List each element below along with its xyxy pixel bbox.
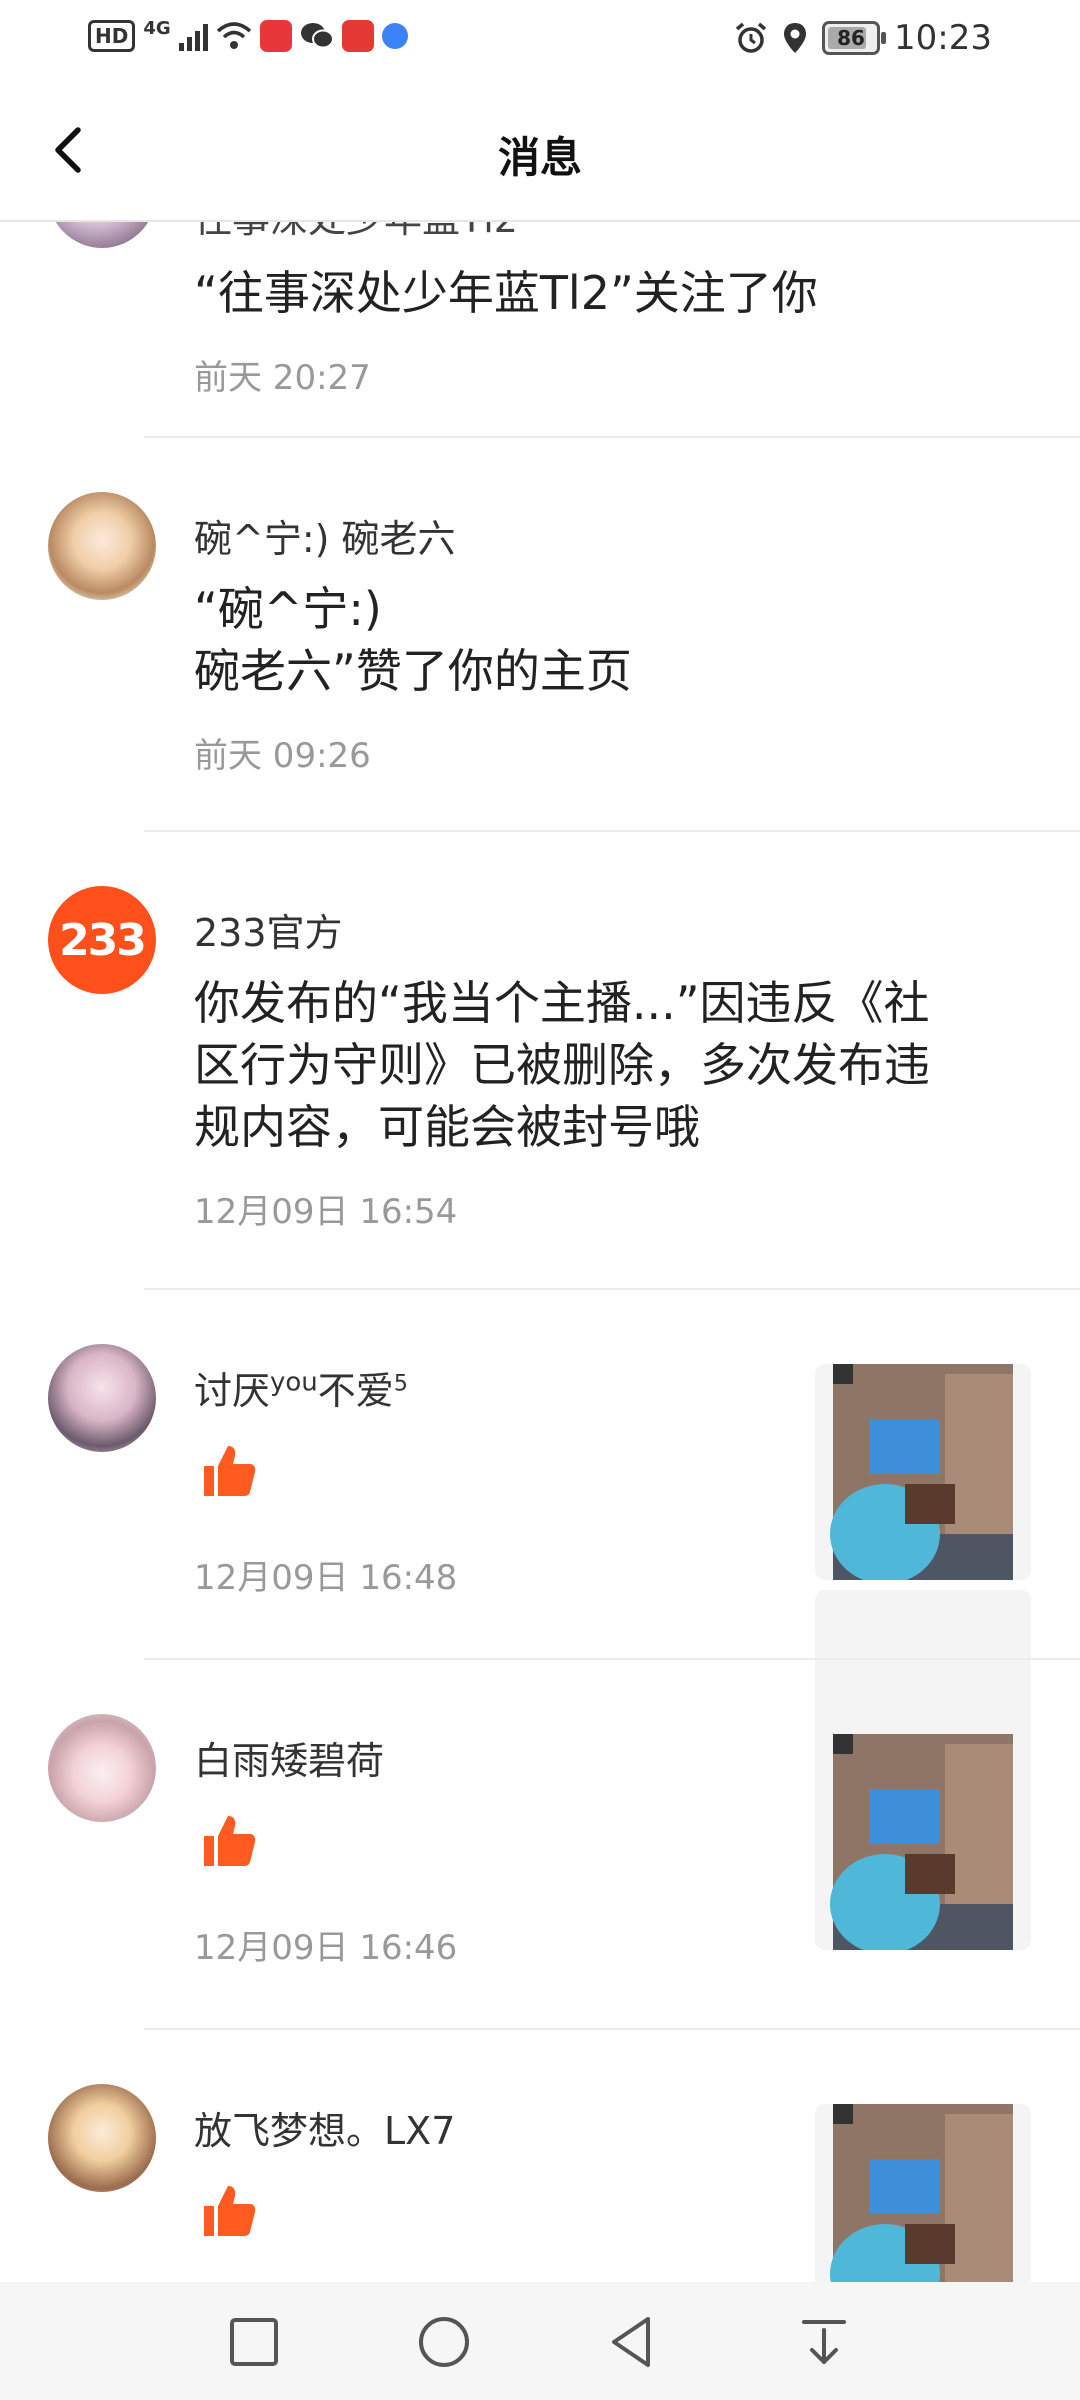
- hd-icon: HD: [88, 20, 136, 52]
- game-thumbnail-image: [830, 1364, 1013, 1580]
- sender-name[interactable]: 放飞梦想。LX7: [194, 2100, 455, 2155]
- thumbs-up-icon: [204, 1446, 256, 1496]
- status-right: 86 10:23: [734, 18, 992, 58]
- message-time: 前天 20:27: [194, 358, 371, 398]
- thumbs-up-icon: [204, 1816, 256, 1866]
- square-icon[interactable]: [222, 2310, 286, 2374]
- message-time: 12月09日 16:48: [194, 1558, 458, 1598]
- message-time: 12月09日 16:46: [194, 1928, 458, 1968]
- avatar[interactable]: [48, 2084, 156, 2192]
- circle-icon[interactable]: [412, 2310, 476, 2374]
- message-text-line: “碗^宁:): [194, 582, 382, 636]
- system-nav-bar: [0, 2282, 1080, 2400]
- message-text: “往事深处少年蓝Tl2”关注了你: [194, 266, 818, 320]
- sender-name[interactable]: 讨厌you不爱5: [194, 1360, 408, 1415]
- list-item[interactable]: 碗^宁:) 碗老六 “碗^宁:) 碗老六”赞了你的主页 前天 09:26: [0, 438, 1080, 832]
- game-thumbnail-image: [830, 2104, 1013, 2282]
- page-title: 消息: [497, 133, 582, 182]
- list-item[interactable]: 233 233官方 你发布的“我当个主播...”因违反《社 区行为守则》已被删除…: [0, 832, 1080, 1290]
- message-list[interactable]: 往事深处少年蓝Tl2 “往事深处少年蓝Tl2”关注了你 前天 20:27 碗^宁…: [0, 222, 1080, 2282]
- avatar[interactable]: [48, 1344, 156, 1452]
- top-bar: 消息: [0, 80, 1080, 222]
- message-text-line: 你发布的“我当个主播...”因违反《社: [194, 976, 930, 1030]
- game-thumbnail-image: [830, 1734, 1013, 1950]
- wechat-icon: [300, 23, 334, 49]
- battery-indicator: 86: [822, 21, 887, 55]
- avatar[interactable]: [48, 492, 156, 600]
- post-thumbnail[interactable]: [815, 1734, 1031, 1950]
- message-text-line: 规内容，可能会被封号哦: [194, 1100, 700, 1154]
- avatar[interactable]: [48, 1714, 156, 1822]
- sender-name[interactable]: 233官方: [194, 902, 343, 957]
- post-thumbnail[interactable]: [815, 1364, 1031, 1580]
- browser-app-icon: [381, 23, 408, 49]
- network-type: 4G: [143, 17, 171, 39]
- official-avatar-text: 233: [59, 914, 147, 966]
- app-notification-icon-red: [259, 20, 292, 52]
- message-time: 12月09日 16:54: [194, 1192, 458, 1232]
- notification-down-icon[interactable]: [792, 2310, 856, 2374]
- official-avatar[interactable]: 233: [48, 886, 156, 994]
- message-time: 前天 09:26: [194, 736, 371, 776]
- wifi-icon: [216, 22, 251, 49]
- signal-icon: [178, 21, 208, 51]
- sender-name[interactable]: 白雨矮碧荷: [194, 1730, 384, 1785]
- clock: 10:23: [894, 18, 992, 58]
- location-icon: [784, 23, 807, 53]
- message-text-line: 碗老六”赞了你的主页: [194, 644, 632, 698]
- status-bar: HD 4G 86 10:23: [0, 0, 1080, 80]
- status-left: HD 4G: [88, 17, 408, 52]
- avatar[interactable]: [48, 222, 156, 248]
- book-app-icon: [341, 20, 374, 52]
- thumbs-up-icon: [204, 2186, 256, 2236]
- post-thumbnail[interactable]: [815, 2104, 1031, 2282]
- message-text-line: 区行为守则》已被删除，多次发布违: [194, 1038, 930, 1092]
- sender-name[interactable]: 往事深处少年蓝Tl2: [194, 222, 518, 243]
- alarm-icon: [735, 22, 767, 53]
- sender-name[interactable]: 碗^宁:) 碗老六: [194, 508, 456, 563]
- back-triangle-icon[interactable]: [600, 2310, 664, 2374]
- list-item[interactable]: 往事深处少年蓝Tl2 “往事深处少年蓝Tl2”关注了你 前天 20:27: [0, 222, 1080, 438]
